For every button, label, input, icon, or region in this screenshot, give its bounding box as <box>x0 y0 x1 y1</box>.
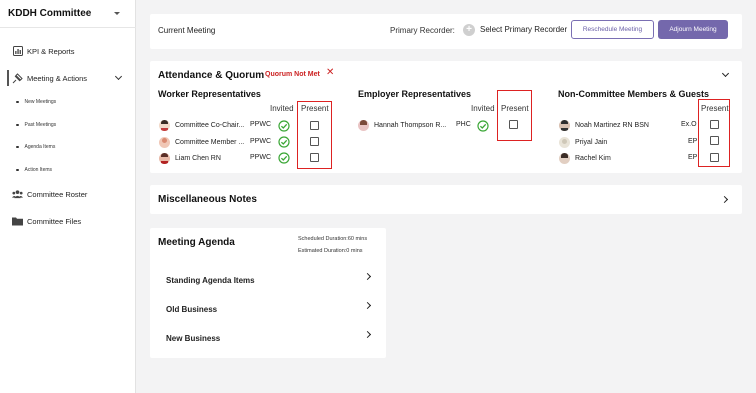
invited-check-icon <box>278 152 290 164</box>
present-column-highlight <box>297 101 332 169</box>
close-icon: ✕ <box>326 67 335 78</box>
employer-reps-title: Employer Representatives <box>358 89 472 99</box>
member-role: PHC <box>456 121 471 128</box>
adjourn-meeting-button[interactable]: Adjourn Meeting <box>658 20 728 39</box>
guests-title: Non-Committee Members & Guests <box>558 89 710 99</box>
sidebar-subitem-agenda-items[interactable]: Agenda Items <box>16 142 55 152</box>
primary-recorder-label: Primary Recorder: <box>390 26 455 35</box>
member-name: Committee Co-Chair... <box>175 121 245 129</box>
sidebar-subitem-past-meetings[interactable]: Past Meetings <box>16 120 56 130</box>
member-row: Committee Member ... <box>159 135 244 149</box>
worker-reps-title: Worker Representatives <box>158 89 261 99</box>
agenda-section-label: New Business <box>166 334 221 343</box>
chart-icon <box>12 46 23 57</box>
meeting-icon <box>12 72 23 84</box>
avatar <box>159 119 170 131</box>
invited-check-icon <box>278 136 290 148</box>
present-column-highlight <box>497 90 532 141</box>
member-name: Hannah Thompson R... <box>374 121 447 129</box>
agenda-section-old-business[interactable]: Old Business <box>166 299 372 314</box>
member-role: PPWC <box>250 121 271 128</box>
invited-check-icon <box>477 120 489 132</box>
member-row: Rachel Kim <box>559 151 611 165</box>
avatar <box>559 136 570 148</box>
avatar <box>159 136 170 148</box>
bullet-icon <box>16 145 19 149</box>
chevron-right-icon <box>363 301 372 310</box>
sidebar-item-meeting-actions[interactable]: Meeting & Actions <box>7 70 135 86</box>
sidebar: KDDH Committee KPI & Reports Meeting & A… <box>0 0 136 393</box>
reschedule-meeting-button[interactable]: Reschedule Meeting <box>571 20 654 39</box>
avatar <box>559 152 570 164</box>
member-role: EP <box>688 154 698 161</box>
chevron-right-icon <box>363 272 372 281</box>
member-role: EP <box>688 138 698 145</box>
avatar <box>159 152 170 164</box>
sidebar-item-committee-files[interactable]: Committee Files <box>12 214 130 228</box>
agenda-section-label: Old Business <box>166 305 218 314</box>
member-row: Committee Co-Chair... <box>159 118 244 132</box>
invited-header: Invited <box>270 104 294 113</box>
chevron-down-icon[interactable] <box>114 72 123 81</box>
sidebar-subitem-label: Action Items <box>24 167 53 173</box>
current-meeting-label: Current Meeting <box>158 26 216 35</box>
agenda-section-standing[interactable]: Standing Agenda Items <box>166 270 372 285</box>
sidebar-item-label: Meeting & Actions <box>27 73 88 83</box>
member-name: Liam Chen RN <box>175 154 221 162</box>
sidebar-subitem-label: Past Meetings <box>24 122 57 128</box>
member-role: Ex.O <box>681 121 697 128</box>
member-name: Priyal Jain <box>575 138 608 146</box>
sidebar-subitem-new-meetings[interactable]: New Meetings <box>16 97 56 107</box>
sidebar-item-committee-roster[interactable]: Committee Roster <box>12 187 130 201</box>
sidebar-subitem-label: New Meetings <box>24 99 57 105</box>
folder-icon <box>12 216 23 227</box>
sidebar-divider <box>0 27 136 28</box>
member-row: Liam Chen RN <box>159 151 221 165</box>
team-name: KDDH Committee <box>8 7 92 19</box>
misc-notes-card[interactable]: Miscellaneous Notes <box>150 185 742 214</box>
team-switcher[interactable]: KDDH Committee <box>8 6 130 20</box>
member-name: Noah Martinez RN BSN <box>575 121 649 129</box>
present-column-highlight <box>698 99 730 167</box>
invited-check-icon <box>278 120 290 132</box>
agenda-section-new-business[interactable]: New Business <box>166 328 372 343</box>
estimated-duration: Estimated Duration:0 mins <box>298 248 363 254</box>
bullet-icon <box>16 123 19 127</box>
sidebar-item-label: KPI & Reports <box>27 46 75 56</box>
chevron-down-icon[interactable] <box>721 69 730 78</box>
member-name: Rachel Kim <box>575 154 611 162</box>
bullet-icon <box>16 168 19 172</box>
bullet-icon <box>16 100 19 104</box>
misc-notes-title: Miscellaneous Notes <box>158 194 257 205</box>
agenda-section-label: Standing Agenda Items <box>166 276 255 285</box>
avatar <box>559 119 570 131</box>
sidebar-item-label: Committee Roster <box>27 189 88 199</box>
member-row: Hannah Thompson R... <box>358 118 446 132</box>
attendance-title: Attendance & Quorum <box>158 70 265 81</box>
active-indicator <box>7 70 9 86</box>
caret-down-icon[interactable] <box>114 11 120 15</box>
attendance-card: Attendance & Quorum Quorum Not Met ✕ Wor… <box>150 61 742 173</box>
scheduled-duration: Scheduled Duration:60 mins <box>298 236 368 242</box>
avatar <box>358 119 369 131</box>
people-icon <box>12 189 23 200</box>
member-row: Priyal Jain <box>559 135 607 149</box>
chevron-right-icon <box>363 330 372 339</box>
select-recorder-link[interactable]: Select Primary Recorder <box>480 25 567 34</box>
sidebar-item-label: Committee Files <box>27 216 82 226</box>
sidebar-item-kpi-reports[interactable]: KPI & Reports <box>12 44 130 58</box>
member-role: PPWC <box>250 138 271 145</box>
meeting-agenda-card: Meeting Agenda Scheduled Duration:60 min… <box>150 228 386 358</box>
meeting-header: Current Meeting Primary Recorder: + Sele… <box>150 14 742 49</box>
quorum-status: Quorum Not Met <box>265 71 320 78</box>
sidebar-subitem-action-items[interactable]: Action Items <box>16 165 52 175</box>
invited-header: Invited <box>471 104 495 113</box>
member-row: Noah Martinez RN BSN <box>559 118 649 132</box>
add-recorder-icon[interactable]: + <box>463 24 475 36</box>
sidebar-subitem-label: Agenda Items <box>24 144 56 150</box>
chevron-right-icon[interactable] <box>720 195 729 204</box>
member-role: PPWC <box>250 154 271 161</box>
member-name: Committee Member ... <box>175 138 245 146</box>
agenda-title: Meeting Agenda <box>158 237 235 248</box>
